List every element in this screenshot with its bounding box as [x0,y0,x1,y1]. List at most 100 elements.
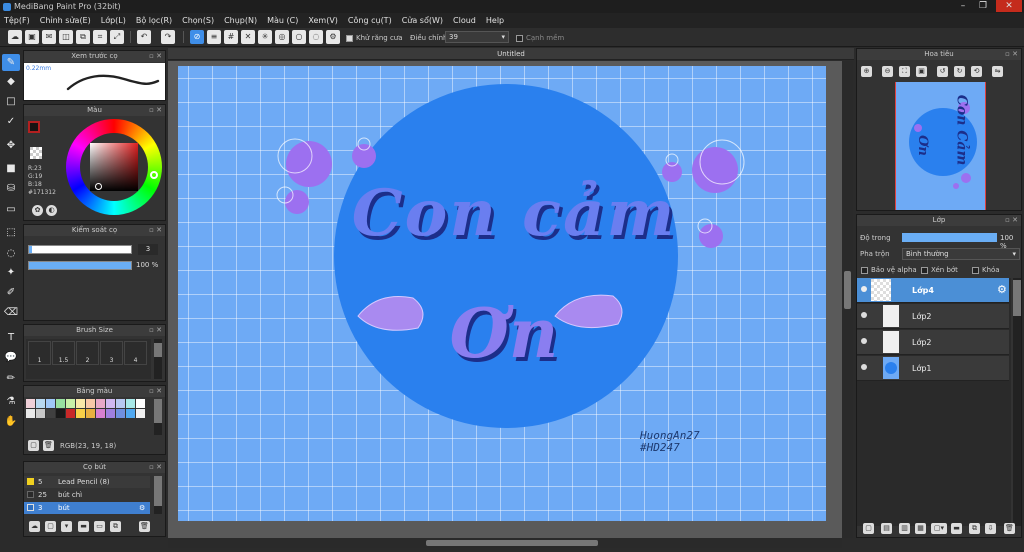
actual-size-icon[interactable]: ▣ [916,66,927,77]
palette-swatch[interactable] [46,409,55,418]
gear-icon[interactable]: ⚙ [997,283,1007,296]
new-1bit-layer-icon[interactable]: ▦ [915,523,926,534]
eraser-tool-icon[interactable]: ◆ [2,73,20,90]
delete-color-icon[interactable]: 🗑 [43,440,54,451]
text-tool-icon[interactable]: T [2,329,20,346]
concentric-snap-icon[interactable]: ◎ [275,30,289,44]
new-layer-icon[interactable]: ▢ [863,523,874,534]
brush-size-preset[interactable]: 1 [28,341,51,365]
lasso-tool-icon[interactable]: ◌ [2,245,20,262]
panel-options-icon[interactable]: ▫ ✕ [149,325,162,336]
delete-brush-icon[interactable]: 🗑 [139,521,150,532]
move-tool-icon[interactable]: ✥ [2,137,20,154]
layer-row[interactable]: Lớp2 [857,304,1009,329]
panel-options-icon[interactable]: ▫ ✕ [149,225,162,236]
blend-mode-select[interactable]: Bình thường ▾ [902,248,1020,260]
palette-swatch[interactable] [116,409,125,418]
palette-swatch[interactable] [96,399,105,408]
save-icon[interactable]: ▣ [25,30,39,44]
palette-swatch[interactable] [56,399,65,408]
layer-row[interactable]: Lớp2 [857,330,1009,355]
new-brush-icon[interactable]: ▢ [45,521,56,532]
palette-swatch[interactable] [136,399,145,408]
panel-options-icon[interactable]: ▫ ✕ [1005,49,1018,60]
drawing-canvas[interactable]: Con cảm Ơn HuongAn27 #HD247 [178,66,826,521]
canvas-tab[interactable]: Untitled [168,48,854,60]
copy-icon[interactable]: ⧉ [76,30,90,44]
hand-tool-icon[interactable]: ✋ [2,413,20,430]
scrollbar-thumb[interactable] [426,540,598,546]
grid-snap-icon[interactable]: # [224,30,238,44]
shape-tool-icon[interactable]: ■ [2,160,20,177]
clip-option[interactable]: Xén bớt [921,266,958,274]
close-button[interactable]: ✕ [996,0,1022,12]
layer-row-selected[interactable]: Lớp4 ⚙ [857,278,1009,303]
rotate-left-icon[interactable]: ↺ [937,66,948,77]
scrollbar[interactable] [154,399,162,435]
scrollbar[interactable] [154,476,162,514]
cross-snap-icon[interactable]: ✕ [241,30,255,44]
scrollbar[interactable] [1013,278,1021,526]
duplicate-layer-icon[interactable]: ⧉ [969,523,980,534]
pen-tool-icon[interactable]: ✓ [2,113,20,130]
clip-checkbox[interactable] [921,266,928,274]
palette-swatch[interactable] [26,409,35,418]
palette-swatch[interactable] [96,409,105,418]
eye-icon[interactable] [861,286,867,292]
palette-swatch[interactable] [126,409,135,418]
curve-snap-icon[interactable]: ◌ [309,30,323,44]
palette-swatch[interactable] [56,409,65,418]
circle-snap-icon[interactable]: ○ [292,30,306,44]
new-8bit-layer-icon[interactable]: ▥ [899,523,910,534]
menu-snap[interactable]: Chụp(N) [224,16,257,25]
brush-size-preset[interactable]: 3 [100,341,123,365]
panel-options-icon[interactable]: ▫ ✕ [149,462,162,473]
eye-icon[interactable] [861,338,867,344]
merge-layer-icon[interactable]: ⇩ [985,523,996,534]
parallel-snap-icon[interactable]: ≡ [207,30,221,44]
palette-swatch[interactable] [76,399,85,408]
eye-icon[interactable] [861,364,867,370]
fit-icon[interactable]: ⛶ [899,66,910,77]
brush-list-item-selected[interactable]: 3 bút ⚙ [24,502,150,514]
hue-picker-cursor[interactable] [150,171,158,179]
zoom-out-icon[interactable]: ⊖ [882,66,893,77]
radial-snap-icon[interactable]: ✳ [258,30,272,44]
menu-window[interactable]: Cửa sổ(W) [402,16,443,25]
layer-opacity-slider[interactable] [902,233,997,242]
brush-menu-icon[interactable]: ▾ [61,521,72,532]
folder-open-icon[interactable]: ▭ [94,521,105,532]
layer-row[interactable]: Lớp1 [857,356,1009,381]
navigator-preview[interactable]: Con Cảm Ơn [895,82,986,210]
menu-select[interactable]: Chọn(S) [182,16,214,25]
copy-brush-icon[interactable]: ⧉ [110,521,121,532]
brush-size-preset[interactable]: 1.5 [52,341,75,365]
gear-icon[interactable]: ⚙ [139,502,145,514]
balloon-tool-icon[interactable]: 💬 [2,349,20,366]
vertical-scrollbar[interactable] [842,61,853,538]
gradient-tool-icon[interactable]: ▭ [2,201,20,218]
delete-layer-icon[interactable]: 🗑 [1004,523,1015,534]
panel-options-icon[interactable]: ▫ ✕ [149,386,162,397]
rotate-right-icon[interactable]: ↻ [954,66,965,77]
correction-select[interactable]: 39 ▾ [445,31,509,43]
soft-edge-checkbox[interactable] [516,34,523,42]
maximize-button[interactable]: ❐ [974,0,992,12]
select-pen-tool-icon[interactable]: ✐ [2,284,20,301]
palette-swatch[interactable] [86,399,95,408]
undo-icon[interactable]: ↶ [137,30,151,44]
panel-options-icon[interactable]: ▫ ✕ [149,105,162,116]
brush-size-preset[interactable]: 4 [124,341,147,365]
palette-swatch[interactable] [106,409,115,418]
chat-icon[interactable]: ✉ [42,30,56,44]
protect-alpha-option[interactable]: Bảo vệ alpha [861,266,917,274]
menu-tools[interactable]: Công cụ(T) [348,16,392,25]
menu-color[interactable]: Màu (C) [267,16,298,25]
frame-tool-icon[interactable]: ✏ [2,370,20,387]
eye-icon[interactable] [861,312,867,318]
palette-swatch[interactable] [106,399,115,408]
color-picker-cursor[interactable] [95,183,102,190]
palette-swatch[interactable] [126,399,135,408]
brush-list-item[interactable]: 25 bút chì [24,489,150,501]
horizontal-scrollbar[interactable] [168,538,842,548]
